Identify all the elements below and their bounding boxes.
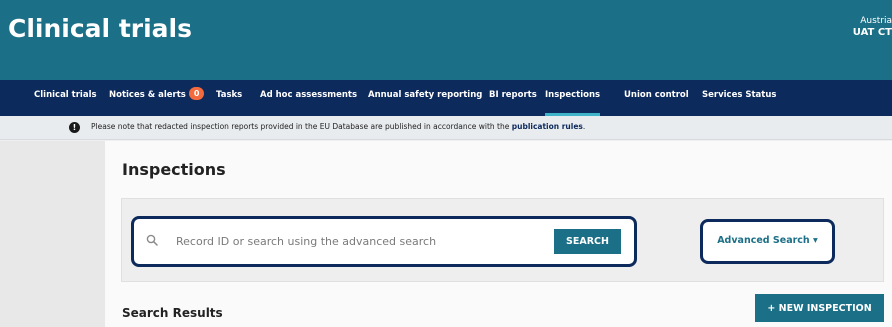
nav-item-clinical-trials[interactable]: Clinical trials <box>34 80 97 116</box>
nav-item-label: Annual safety reporting <box>368 90 483 100</box>
nav-item-label: Clinical trials <box>34 90 97 100</box>
nav-item-services-status[interactable]: Services Status <box>702 80 776 116</box>
nav-item-label: Ad hoc assessments <box>260 90 358 100</box>
plus-icon: + <box>767 302 776 314</box>
nav-item-ad-hoc-assessments[interactable]: Ad hoc assessments <box>260 80 357 116</box>
publication-rules-link[interactable]: publication rules <box>512 122 583 131</box>
search-button[interactable]: SEARCH <box>554 229 621 254</box>
nav-item-notices-alerts[interactable]: Notices & alerts 0 <box>109 80 205 116</box>
new-inspection-button[interactable]: + NEW INSPECTION <box>755 294 884 322</box>
left-sidebar <box>0 141 105 327</box>
nav-item-label: Services Status <box>702 90 777 100</box>
exclamation-circle-icon: ! <box>69 122 80 133</box>
notification-count-badge: 0 <box>188 87 205 100</box>
nav-item-annual-safety-reporting[interactable]: Annual safety reporting <box>368 80 482 116</box>
app-header: Clinical trials Austria UAT CT <box>0 0 892 80</box>
notice-suffix: . <box>582 122 586 131</box>
advanced-search-dropdown[interactable]: Advanced Search ▾ <box>708 235 827 246</box>
nav-item-tasks[interactable]: Tasks <box>216 80 242 116</box>
nav-item-label: Union control <box>624 90 689 100</box>
app-title[interactable]: Clinical trials <box>8 14 192 43</box>
nav-item-union-control[interactable]: Union control <box>624 80 689 116</box>
org-country: Austria <box>860 16 892 26</box>
search-input[interactable] <box>176 230 536 252</box>
org-info: Austria UAT CT <box>853 15 892 39</box>
nav-item-label: Tasks <box>216 90 243 100</box>
nav-item-label: BI reports <box>489 90 537 100</box>
nav-item-label: Inspections <box>545 90 601 100</box>
notice-banner: ! Please note that redacted inspection r… <box>0 116 892 140</box>
notice-message: Please note that redacted inspection rep… <box>91 122 510 131</box>
org-environment: UAT CT <box>852 27 892 38</box>
advanced-search-label: Advanced Search <box>717 235 810 246</box>
new-inspection-label: NEW INSPECTION <box>778 302 872 314</box>
search-results-heading: Search Results <box>122 306 223 320</box>
nav-item-label: Notices & alerts <box>109 90 186 100</box>
page-title: Inspections <box>122 160 226 179</box>
notice-text: Please note that redacted inspection rep… <box>91 122 585 131</box>
nav-item-bi-reports[interactable]: BI reports <box>489 80 537 116</box>
search-icon <box>146 234 158 246</box>
chevron-down-icon: ▾ <box>813 235 818 246</box>
nav-item-inspections[interactable]: Inspections <box>545 80 601 116</box>
main-nav: Clinical trials Notices & alerts 0 Tasks … <box>0 80 892 116</box>
